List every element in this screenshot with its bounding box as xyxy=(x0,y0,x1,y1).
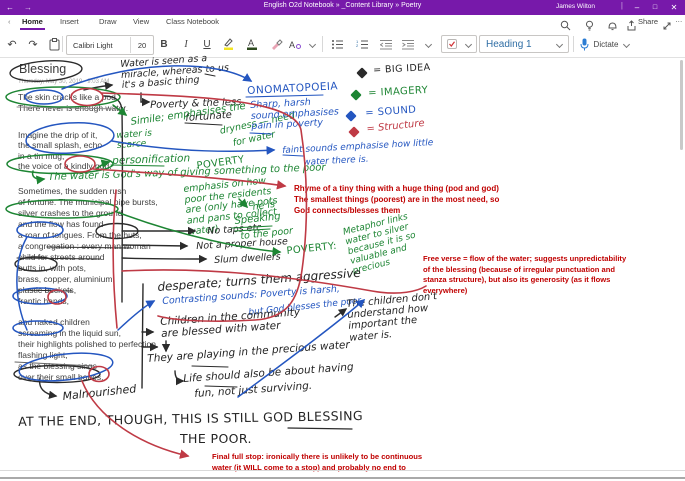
dictate-label[interactable]: Dictate xyxy=(590,31,622,57)
tab-home[interactable]: Home xyxy=(22,17,43,26)
font-color-icon[interactable]: A xyxy=(244,31,260,57)
note-faint-sounds-1: faint sounds emphasise how little xyxy=(282,138,434,156)
maximize-icon[interactable]: □ xyxy=(647,0,663,15)
legend-sound-diamond-icon xyxy=(345,110,356,121)
tab-draw[interactable]: Draw xyxy=(99,17,117,26)
format-painter-icon[interactable] xyxy=(268,31,285,57)
svg-text:A: A xyxy=(289,40,295,50)
note-children-understand: The children don't understand how import… xyxy=(346,291,440,343)
style-dropdown[interactable]: Heading 1 xyxy=(479,35,569,53)
undo-icon[interactable]: ↶ xyxy=(4,31,20,57)
font-size-select[interactable]: 20 xyxy=(131,41,153,50)
ribbon-collapse-chevron[interactable]: ‹ xyxy=(8,17,11,26)
poem-stanza-1[interactable]: The skin cracks like a pod.There never i… xyxy=(18,92,128,114)
note-sharp-harsh: Sharp, harsh sound emphasises pain in po… xyxy=(250,96,340,132)
poem-stanza-4[interactable]: and naked childrenscreaming in the liqui… xyxy=(18,317,158,383)
font-effects-icon[interactable]: A xyxy=(287,31,303,57)
note-playing: They are playing in the precious water xyxy=(147,340,350,366)
titlebar: ← → English O2d Notebook » _Content Libr… xyxy=(0,0,685,15)
page-title[interactable]: Blessing xyxy=(19,62,66,76)
ribbon-toolbar: ↶ ↷ Calibri Light 20 B I U A A 12 xyxy=(0,31,685,58)
close-icon[interactable]: ✕ xyxy=(666,0,682,15)
style-selected: Heading 1 xyxy=(486,39,532,50)
font-more-chevron[interactable] xyxy=(306,31,318,57)
tab-insert[interactable]: Insert xyxy=(60,17,79,26)
window-bottom-edge xyxy=(0,477,685,479)
dictate-chevron[interactable] xyxy=(620,31,632,57)
user-name: James Wilton xyxy=(556,3,595,10)
svg-text:2: 2 xyxy=(356,43,359,48)
note-at-the-end-1: AT THE END, THOUGH, THIS IS STILL GOD BL… xyxy=(18,409,363,429)
legend-structure-diamond-icon xyxy=(348,126,359,137)
typed-note-rhyme[interactable]: Rhyme of a tiny thing with a huge thing … xyxy=(294,183,499,216)
paste-clipboard-icon[interactable] xyxy=(47,31,61,57)
note-slum-dwellers: Slum dwellers xyxy=(214,253,281,267)
decrease-indent-icon[interactable] xyxy=(378,31,394,57)
onenote-window: ← → English O2d Notebook » _Content Libr… xyxy=(0,0,685,481)
note-water-miracle: Water is seen as a miracle, whereas to u… xyxy=(120,52,230,91)
todo-tag-checkbox-icon xyxy=(447,39,457,49)
note-at-the-end-2: THE POOR. xyxy=(180,432,252,446)
poem-stanza-3[interactable]: Sometimes, the sudden rushof fortune. Th… xyxy=(18,186,158,307)
note-personification: personification xyxy=(112,153,190,167)
note-water-scarce: water is scarce xyxy=(116,129,153,152)
bold-button[interactable]: B xyxy=(156,31,172,57)
poem-stanza-2[interactable]: Imagine the drip of it,the small splash,… xyxy=(18,130,112,172)
legend-big-idea-label: = BIG IDEA xyxy=(373,63,431,77)
redo-icon[interactable]: ↷ xyxy=(25,31,41,57)
font-controls: Calibri Light 20 xyxy=(66,35,154,55)
more-ellipsis-icon[interactable]: … xyxy=(675,15,683,24)
todo-tag-dropdown[interactable] xyxy=(441,35,477,53)
note-poverty-label: POVERTY: xyxy=(286,241,337,257)
note-onomatopoeia: ONOMATOPOEIA xyxy=(247,81,338,97)
font-name-select[interactable]: Calibri Light xyxy=(67,41,130,50)
legend-structure-label: = Structure xyxy=(366,118,425,135)
bullet-list-icon[interactable] xyxy=(329,31,345,57)
minimize-icon[interactable]: – xyxy=(629,0,645,15)
legend-imagery-label: = IMAGERY xyxy=(368,85,428,99)
tab-view[interactable]: View xyxy=(133,17,149,26)
page-date-stamp: Thursday, May 30, 2019 9:03 AM xyxy=(18,79,109,85)
ribbon-tab-row: ‹ Home Insert Draw View Class Notebook S… xyxy=(0,15,685,31)
note-children-blessed: Children in the community are blessed wi… xyxy=(160,307,301,340)
numbered-list-icon[interactable]: 12 xyxy=(354,31,370,57)
note-malnourished: Malnourished xyxy=(62,383,137,403)
paragraph-more-chevron[interactable] xyxy=(422,31,434,57)
titlebar-separator: | xyxy=(621,1,623,10)
note-faint-sounds-2: water there is. xyxy=(303,155,369,168)
svg-text:A: A xyxy=(248,38,254,48)
typed-note-free-verse[interactable]: Free verse = flow of the water; suggests… xyxy=(423,254,626,296)
tab-class-notebook[interactable]: Class Notebook xyxy=(166,17,219,26)
legend-imagery-diamond-icon xyxy=(350,89,361,100)
legend-sound-label: = SOUND xyxy=(365,104,417,119)
legend-big-idea-diamond-icon xyxy=(356,67,367,78)
vertical-scrollbar[interactable] xyxy=(680,60,683,150)
horizontal-scrollbar-track[interactable] xyxy=(0,470,685,471)
dictate-mic-icon[interactable] xyxy=(578,31,590,57)
share-button[interactable]: Share xyxy=(638,17,658,26)
increase-indent-icon[interactable] xyxy=(400,31,416,57)
